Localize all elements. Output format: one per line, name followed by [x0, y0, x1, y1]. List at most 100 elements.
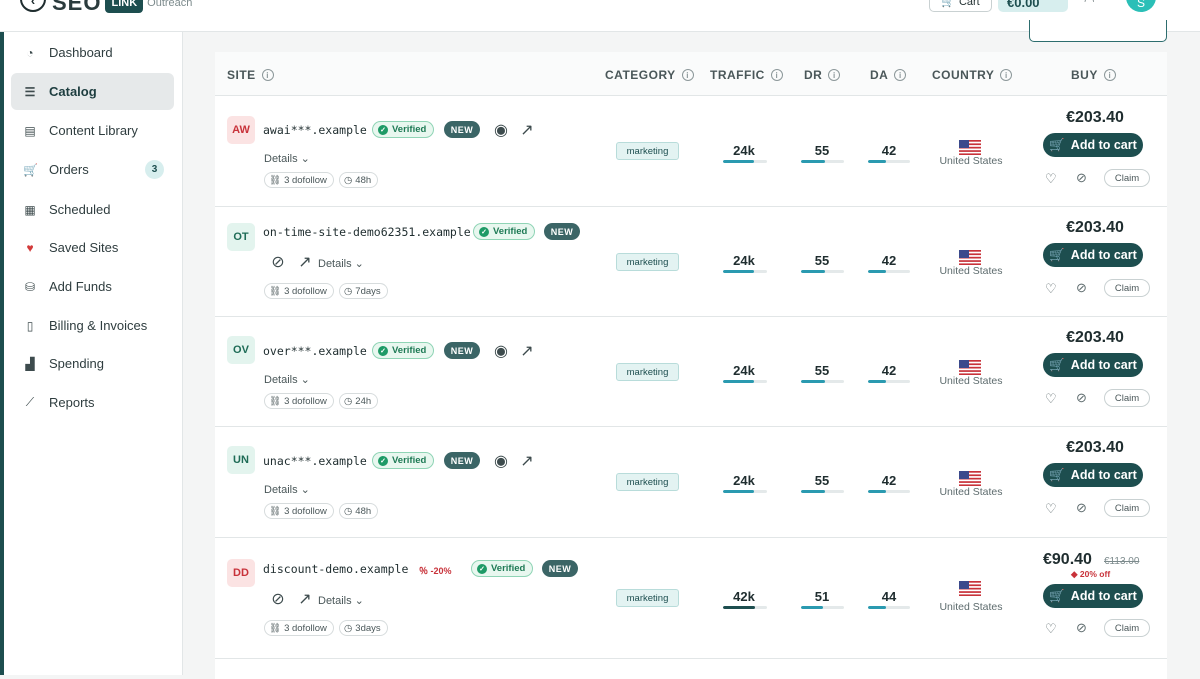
heart-icon[interactable]: ♡ [1045, 281, 1057, 297]
turnaround-chip: ◷ 24h [339, 393, 379, 409]
external-link-icon[interactable]: ↗ [297, 591, 313, 608]
header-country[interactable]: COUNTRY i [932, 68, 1013, 82]
ban-icon[interactable]: ⊘ [1076, 500, 1087, 516]
cart-label: Cart [958, 0, 980, 8]
details-toggle[interactable]: Details ⌄ [264, 373, 310, 387]
sidebar-item-orders[interactable]: 🛒 Orders 3 [11, 151, 174, 188]
link-icon: ⛓ [269, 622, 282, 634]
header-buy[interactable]: BUY i [1071, 68, 1116, 82]
traffic-bar [723, 490, 767, 493]
category-tag[interactable]: marketing [616, 589, 679, 607]
bar-fill [723, 270, 754, 273]
header-dr[interactable]: DR i [804, 68, 841, 82]
chevron-down-icon: ⌄ [354, 595, 364, 607]
category-tag[interactable]: marketing [616, 473, 679, 491]
details-toggle[interactable]: Details ⌄ [318, 594, 364, 608]
button-label: Add to cart [1070, 468, 1137, 482]
notification-bell-icon[interactable]: ◠ [1084, 0, 1094, 8]
sidebar-item-reports[interactable]: ⟋ Reports [11, 384, 174, 421]
heart-icon: ♥ [26, 240, 34, 255]
add-to-cart-button[interactable]: 🛒 Add to cart [1043, 353, 1143, 377]
add-to-cart-button[interactable]: 🛒 Add to cart [1043, 463, 1143, 487]
site-name[interactable]: over***.example [263, 344, 367, 358]
external-link-icon[interactable]: ↗ [519, 453, 535, 470]
bar-fill [868, 270, 886, 273]
info-icon[interactable]: i [770, 69, 783, 81]
bar-fill [868, 490, 886, 493]
cart-button[interactable]: 🛒 Cart [929, 0, 992, 12]
external-link-icon[interactable]: ↗ [519, 122, 535, 139]
info-icon[interactable]: i [1103, 69, 1116, 81]
heart-icon[interactable]: ♡ [1045, 171, 1057, 187]
ban-icon[interactable]: ⊘ [1076, 390, 1087, 406]
new-badge: NEW [444, 452, 480, 469]
header-category[interactable]: CATEGORY i [605, 68, 694, 82]
claim-button[interactable]: Claim [1104, 279, 1150, 297]
category-tag[interactable]: marketing [616, 142, 679, 160]
country-name: United States [939, 375, 1003, 387]
header-site[interactable]: SITE i [227, 68, 274, 82]
verified-label: Verified [491, 563, 526, 574]
traffic-bar [723, 270, 767, 273]
sidebar-item-catalog[interactable]: ☰ Catalog [11, 73, 174, 110]
heart-icon[interactable]: ♡ [1045, 501, 1057, 517]
sidebar-item-billing[interactable]: ▯ Billing & Invoices [11, 307, 174, 344]
sidebar-item-scheduled[interactable]: ▦ Scheduled [11, 191, 174, 228]
category-tag[interactable]: marketing [616, 253, 679, 271]
sidebar-item-dashboard[interactable]: ◔ Dashboard [11, 34, 174, 71]
traffic-value: 24k [733, 143, 755, 158]
external-link-icon[interactable]: ↗ [297, 254, 313, 271]
external-link-icon[interactable]: ↗ [519, 343, 535, 360]
bar-fill [868, 160, 886, 163]
claim-button[interactable]: Claim [1104, 499, 1150, 517]
eye-icon[interactable]: ◉ [493, 453, 509, 470]
avatar[interactable]: S [1126, 0, 1156, 12]
sidebar-item-add-funds[interactable]: ⛁ Add Funds [11, 268, 174, 305]
site-name[interactable]: awai***.example [263, 123, 367, 137]
category-tag[interactable]: marketing [616, 363, 679, 381]
sidebar-item-spending[interactable]: ▟ Spending [11, 345, 174, 382]
sidebar-item-content-library[interactable]: ▤ Content Library [11, 112, 174, 149]
header-traffic[interactable]: TRAFFIC i [710, 68, 783, 82]
header-label: DR [804, 68, 823, 82]
info-icon[interactable]: i [261, 69, 274, 81]
details-toggle[interactable]: Details ⌄ [264, 483, 310, 497]
ban-icon[interactable]: ⊘ [1076, 620, 1087, 636]
heart-icon[interactable]: ♡ [1045, 391, 1057, 407]
ban-icon[interactable]: ⊘ [1076, 280, 1087, 296]
info-icon[interactable]: i [828, 69, 841, 81]
info-icon[interactable]: i [681, 69, 694, 81]
turnaround-chip: ◷ 3days [339, 620, 388, 636]
details-toggle[interactable]: Details ⌄ [318, 257, 364, 271]
table-row: DD discount-demo.example ％ -20% ✓ Verifie… [215, 538, 1167, 659]
add-to-cart-button[interactable]: 🛒 Add to cart [1043, 133, 1143, 157]
claim-button[interactable]: Claim [1104, 169, 1150, 187]
logo[interactable]: SEO LINK Outreach [52, 0, 192, 16]
claim-button[interactable]: Claim [1104, 389, 1150, 407]
heart-icon[interactable]: ♡ [1045, 621, 1057, 637]
dr-bar [801, 606, 844, 609]
header-da[interactable]: DA i [870, 68, 907, 82]
dr-value: 55 [814, 253, 830, 268]
eye-off-icon[interactable]: ⊘ [270, 254, 286, 271]
claim-button[interactable]: Claim [1104, 619, 1150, 637]
eye-icon[interactable]: ◉ [493, 343, 509, 360]
back-button[interactable]: ‹ [20, 0, 46, 12]
site-name[interactable]: discount-demo.example [263, 562, 408, 576]
site-name[interactable]: on-time-site-demo62351.example [263, 225, 471, 239]
eye-off-icon[interactable]: ⊘ [270, 591, 286, 608]
ban-icon[interactable]: ⊘ [1076, 170, 1087, 186]
info-icon[interactable]: i [1000, 69, 1013, 81]
info-icon[interactable]: i [894, 69, 907, 81]
balance-display[interactable]: €0.00 [998, 0, 1068, 12]
add-to-cart-button[interactable]: 🛒 Add to cart [1043, 584, 1143, 608]
details-toggle[interactable]: Details ⌄ [264, 152, 310, 166]
bar-fill [723, 380, 754, 383]
sidebar-item-saved-sites[interactable]: ♥ Saved Sites [11, 229, 174, 266]
site-name[interactable]: unac***.example [263, 454, 367, 468]
top-bar: ‹ SEO LINK Outreach 🛒 Cart €0.00 ◠ S [0, 0, 1200, 32]
eye-icon[interactable]: ◉ [493, 122, 509, 139]
sort-select[interactable] [1029, 20, 1167, 42]
us-flag-icon [959, 250, 981, 265]
add-to-cart-button[interactable]: 🛒 Add to cart [1043, 243, 1143, 267]
